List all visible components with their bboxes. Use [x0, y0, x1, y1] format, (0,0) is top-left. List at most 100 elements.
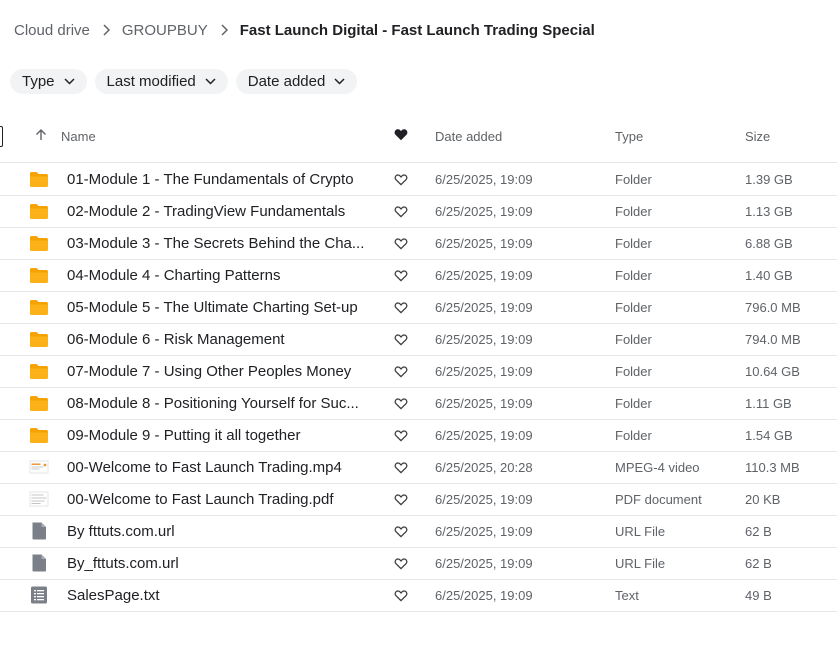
favorite-heart-icon[interactable] — [394, 365, 408, 381]
table-row[interactable]: 04-Module 4 - Charting Patterns 6/25/202… — [0, 260, 837, 292]
row-date-added: 6/25/2025, 19:09 — [435, 492, 533, 507]
table-row[interactable]: By fttuts.com.url 6/25/2025, 19:09 URL F… — [0, 516, 837, 548]
row-type: Folder — [615, 172, 652, 187]
row-name[interactable]: 07-Module 7 - Using Other Peoples Money — [67, 363, 367, 380]
favorite-heart-icon[interactable] — [394, 557, 408, 573]
row-size: 1.13 GB — [745, 204, 793, 219]
row-size: 1.11 GB — [745, 396, 792, 411]
column-header-date-added[interactable]: Date added — [435, 129, 502, 144]
row-type: URL File — [615, 524, 666, 539]
row-type: MPEG-4 video — [615, 460, 700, 475]
text-file-icon — [29, 586, 49, 604]
row-date-added: 6/25/2025, 19:09 — [435, 172, 533, 187]
row-name[interactable]: SalesPage.txt — [67, 587, 367, 604]
row-date-added: 6/25/2025, 19:09 — [435, 204, 533, 219]
table-row[interactable]: 01-Module 1 - The Fundamentals of Crypto… — [0, 164, 837, 196]
filter-type-label: Type — [22, 73, 55, 90]
table-row[interactable]: 00-Welcome to Fast Launch Trading.mp4 6/… — [0, 452, 837, 484]
chevron-down-icon — [64, 78, 75, 85]
chevron-down-icon — [205, 78, 216, 85]
row-name[interactable]: 02-Module 2 - TradingView Fundamentals — [67, 203, 367, 220]
row-type: Folder — [615, 236, 652, 251]
table-row[interactable]: 03-Module 3 - The Secrets Behind the Cha… — [0, 228, 837, 260]
table-row[interactable]: 00-Welcome to Fast Launch Trading.pdf 6/… — [0, 484, 837, 516]
favorite-heart-icon[interactable] — [394, 173, 408, 189]
row-date-added: 6/25/2025, 19:09 — [435, 556, 533, 571]
favorite-heart-icon[interactable] — [394, 301, 408, 317]
row-type: Folder — [615, 204, 652, 219]
favorite-heart-icon[interactable] — [394, 333, 408, 349]
filter-date-added-label: Date added — [247, 73, 326, 90]
pdf-thumbnail-icon — [29, 490, 49, 508]
row-name[interactable]: 04-Module 4 - Charting Patterns — [67, 267, 367, 284]
row-size: 1.40 GB — [745, 268, 793, 283]
folder-icon — [29, 234, 49, 252]
row-type: Folder — [615, 268, 652, 283]
filter-bar: Type Last modified Date added — [10, 69, 358, 94]
breadcrumb-cloud-drive[interactable]: Cloud drive — [14, 22, 90, 39]
row-date-added: 6/25/2025, 19:09 — [435, 236, 533, 251]
column-header-size[interactable]: Size — [745, 129, 770, 144]
row-type: Text — [615, 588, 639, 603]
favorite-heart-icon[interactable] — [394, 397, 408, 413]
favorite-heart-icon[interactable] — [394, 237, 408, 253]
filter-type-chip[interactable]: Type — [10, 69, 87, 94]
filter-last-modified-chip[interactable]: Last modified — [94, 69, 228, 94]
row-name[interactable]: 08-Module 8 - Positioning Yourself for S… — [67, 395, 367, 412]
video-thumbnail-icon — [29, 458, 49, 476]
column-header-name[interactable]: Name — [61, 129, 96, 144]
table-row[interactable]: 08-Module 8 - Positioning Yourself for S… — [0, 388, 837, 420]
table-row[interactable]: 05-Module 5 - The Ultimate Charting Set-… — [0, 292, 837, 324]
column-header-type[interactable]: Type — [615, 129, 643, 144]
table-row[interactable]: 09-Module 9 - Putting it all together 6/… — [0, 420, 837, 452]
filter-last-modified-label: Last modified — [106, 73, 196, 90]
row-type: Folder — [615, 364, 652, 379]
favorite-heart-icon[interactable] — [394, 461, 408, 477]
breadcrumb-current-folder: Fast Launch Digital - Fast Launch Tradin… — [239, 21, 595, 39]
row-name[interactable]: 00-Welcome to Fast Launch Trading.pdf — [67, 491, 367, 508]
row-name[interactable]: 05-Module 5 - The Ultimate Charting Set-… — [67, 299, 367, 316]
favorite-heart-icon[interactable] — [394, 525, 408, 541]
table-row[interactable]: 02-Module 2 - TradingView Fundamentals 6… — [0, 196, 837, 228]
row-name[interactable]: 06-Module 6 - Risk Management — [67, 331, 367, 348]
row-size: 6.88 GB — [745, 236, 793, 251]
folder-icon — [29, 426, 49, 444]
favorite-heart-icon[interactable] — [394, 269, 408, 285]
favorite-heart-icon[interactable] — [394, 493, 408, 509]
generic-file-icon — [29, 522, 49, 540]
row-size: 20 KB — [745, 492, 781, 507]
row-date-added: 6/25/2025, 20:28 — [435, 460, 533, 475]
generic-file-icon — [29, 554, 49, 572]
favorite-heart-icon[interactable] — [394, 205, 408, 221]
row-name[interactable]: By fttuts.com.url — [67, 523, 367, 540]
row-type: Folder — [615, 300, 652, 315]
row-date-added: 6/25/2025, 19:09 — [435, 524, 533, 539]
row-date-added: 6/25/2025, 19:09 — [435, 364, 533, 379]
sort-arrow-up-icon[interactable] — [34, 128, 48, 145]
chevron-right-icon — [102, 24, 110, 36]
row-date-added: 6/25/2025, 19:09 — [435, 588, 533, 603]
row-size: 62 B — [745, 524, 772, 539]
file-list: 01-Module 1 - The Fundamentals of Crypto… — [0, 164, 837, 612]
row-size: 62 B — [745, 556, 772, 571]
row-name[interactable]: 00-Welcome to Fast Launch Trading.mp4 — [67, 459, 367, 476]
table-row[interactable]: By_fttuts.com.url 6/25/2025, 19:09 URL F… — [0, 548, 837, 580]
breadcrumb-groupbuy[interactable]: GROUPBUY — [122, 22, 208, 39]
row-size: 1.54 GB — [745, 428, 793, 443]
filter-date-added-chip[interactable]: Date added — [235, 69, 358, 94]
row-size: 10.64 GB — [745, 364, 800, 379]
folder-icon — [29, 362, 49, 380]
row-name[interactable]: 01-Module 1 - The Fundamentals of Crypto — [67, 171, 367, 188]
row-type: PDF document — [615, 492, 702, 507]
row-name[interactable]: 09-Module 9 - Putting it all together — [67, 427, 367, 444]
row-name[interactable]: 03-Module 3 - The Secrets Behind the Cha… — [67, 235, 367, 252]
favorite-heart-icon[interactable] — [394, 589, 408, 605]
table-row[interactable]: 07-Module 7 - Using Other Peoples Money … — [0, 356, 837, 388]
table-row[interactable]: 06-Module 6 - Risk Management 6/25/2025,… — [0, 324, 837, 356]
row-date-added: 6/25/2025, 19:09 — [435, 428, 533, 443]
table-header: Name Date added Type Size — [0, 114, 837, 163]
favorite-heart-icon[interactable] — [394, 429, 408, 445]
column-header-favorite-heart-icon[interactable] — [394, 128, 408, 144]
table-row[interactable]: SalesPage.txt 6/25/2025, 19:09 Text 49 B — [0, 580, 837, 612]
row-name[interactable]: By_fttuts.com.url — [67, 555, 367, 572]
